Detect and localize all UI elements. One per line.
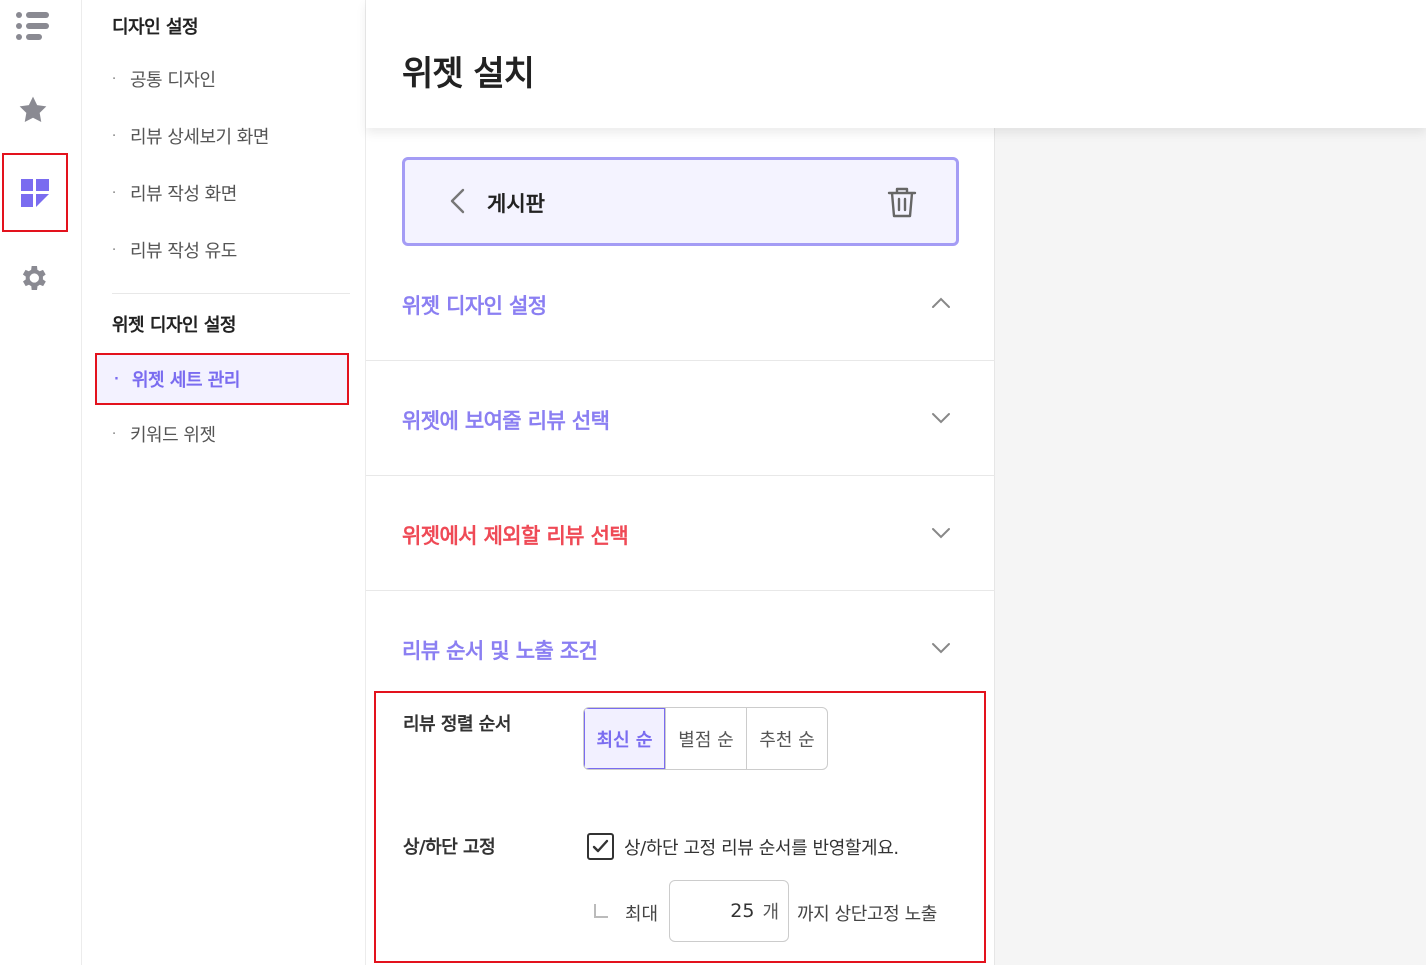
- widget-design-heading: 위젯 디자인 설정: [112, 315, 236, 336]
- max-label: 최대: [625, 904, 659, 925]
- max-count-input[interactable]: [694, 900, 755, 922]
- design-settings-heading: 디자인 설정: [112, 17, 199, 38]
- sort-order-label: 리뷰 정렬 순서: [403, 714, 511, 735]
- accordion-review-exclude[interactable]: 위젯에서 제외할 리뷰 선택: [366, 476, 995, 591]
- pin-label: 상/하단 고정: [403, 837, 496, 858]
- star-icon[interactable]: [0, 78, 66, 142]
- sort-latest-button[interactable]: 최신 순: [584, 708, 665, 769]
- preview-area: [995, 128, 1426, 965]
- page-title: 위젯 설치: [402, 54, 535, 94]
- accordion-title: 위젯에 보여줄 리뷰 선택: [402, 409, 610, 433]
- order-settings-box: 리뷰 정렬 순서 최신 순 별점 순 추천 순 상/하단 고정 상/하단 고정 …: [374, 691, 986, 963]
- chevron-left-icon[interactable]: [443, 186, 473, 216]
- sort-order-segmented: 최신 순 별점 순 추천 순: [583, 707, 828, 770]
- accordion-order-conditions[interactable]: 리뷰 순서 및 노출 조건: [366, 591, 995, 681]
- list-icon[interactable]: [0, 0, 66, 52]
- sort-rating-button[interactable]: 별점 순: [665, 708, 746, 769]
- sub-navigation: 디자인 설정 · 공통 디자인 · 리뷰 상세보기 화면 · 리뷰 작성 화면 · 리뷰…: [82, 0, 366, 965]
- board-card: 게시판: [402, 157, 959, 246]
- max-count-field: 개: [669, 880, 789, 942]
- accordion-widget-design[interactable]: 위젯 디자인 설정: [366, 246, 995, 361]
- chevron-down-icon: [932, 528, 950, 539]
- nav-item-review-invite[interactable]: · 리뷰 작성 유도: [112, 230, 342, 270]
- nav-item-review-write[interactable]: · 리뷰 작성 화면: [112, 173, 342, 213]
- gear-icon[interactable]: [0, 246, 66, 310]
- chevron-up-icon: [932, 297, 950, 308]
- accordion-title: 위젯 디자인 설정: [402, 294, 547, 318]
- check-icon: [592, 839, 609, 853]
- accordion-title: 리뷰 순서 및 노출 조건: [402, 639, 598, 663]
- dashboard-icon[interactable]: [2, 153, 68, 232]
- chevron-down-icon: [932, 413, 950, 424]
- trash-icon[interactable]: [885, 184, 919, 220]
- nav-item-keyword-widget[interactable]: · 키워드 위젯: [112, 414, 342, 454]
- board-label: 게시판: [487, 192, 545, 216]
- sort-recommend-button[interactable]: 추천 순: [746, 708, 827, 769]
- nav-item-common-design[interactable]: · 공통 디자인: [112, 59, 342, 99]
- nav-item-widget-set[interactable]: · 위젯 세트 관리: [95, 353, 349, 405]
- pin-checkbox[interactable]: [587, 833, 614, 860]
- max-count-suffix: 까지 상단고정 노출: [797, 904, 937, 925]
- chevron-down-icon: [932, 643, 950, 654]
- nav-item-review-detail[interactable]: · 리뷰 상세보기 화면: [112, 116, 342, 156]
- max-count-unit: 개: [762, 902, 779, 923]
- accordion-title: 위젯에서 제외할 리뷰 선택: [402, 524, 629, 548]
- icon-rail: [0, 0, 82, 965]
- page-header: 위젯 설치: [366, 0, 1426, 128]
- sub-indent-icon: [594, 904, 608, 918]
- accordion-review-select[interactable]: 위젯에 보여줄 리뷰 선택: [366, 361, 995, 476]
- pin-checkbox-label: 상/하단 고정 리뷰 순서를 반영할게요.: [624, 838, 899, 859]
- nav-divider: [112, 293, 350, 294]
- settings-panel: 게시판 위젯 디자인 설정 위젯에 보여줄 리뷰 선택 위젯에서 제외할 리뷰 …: [366, 128, 995, 965]
